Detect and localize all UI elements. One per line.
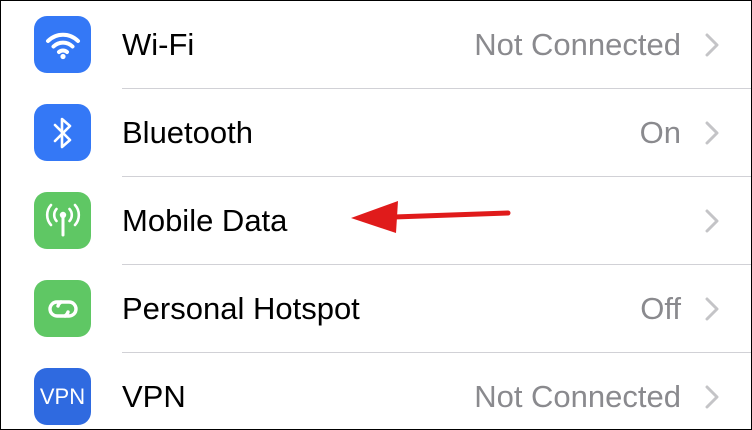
mobile-data-label: Mobile Data (122, 203, 288, 238)
bluetooth-icon (34, 104, 91, 161)
bluetooth-label: Bluetooth (122, 115, 253, 150)
bluetooth-status: On (639, 115, 681, 150)
vpn-icon-text: VPN (39, 383, 86, 409)
vpn-row[interactable]: VPN VPN Not Connected (1, 353, 751, 429)
hotspot-link-icon (34, 280, 91, 337)
bluetooth-row[interactable]: Bluetooth On (1, 89, 751, 177)
chevron-right-icon (705, 297, 719, 321)
chevron-right-icon (705, 33, 719, 57)
vpn-label: VPN (122, 379, 186, 414)
wifi-label: Wi-Fi (122, 27, 195, 62)
personal-hotspot-status: Off (640, 291, 681, 326)
personal-hotspot-label: Personal Hotspot (122, 291, 360, 326)
vpn-icon: VPN (34, 368, 91, 425)
chevron-right-icon (705, 121, 719, 145)
personal-hotspot-row[interactable]: Personal Hotspot Off (1, 265, 751, 353)
annotation-arrow (351, 201, 511, 233)
vpn-status: Not Connected (474, 379, 681, 414)
wifi-row[interactable]: Wi-Fi Not Connected (1, 1, 751, 89)
wifi-status: Not Connected (474, 27, 681, 62)
chevron-right-icon (705, 209, 719, 233)
antenna-icon (34, 192, 91, 249)
chevron-right-icon (705, 385, 719, 409)
settings-screen: Wi-Fi Not Connected Bluetooth On Mobile … (0, 0, 752, 430)
wifi-icon (34, 16, 91, 73)
